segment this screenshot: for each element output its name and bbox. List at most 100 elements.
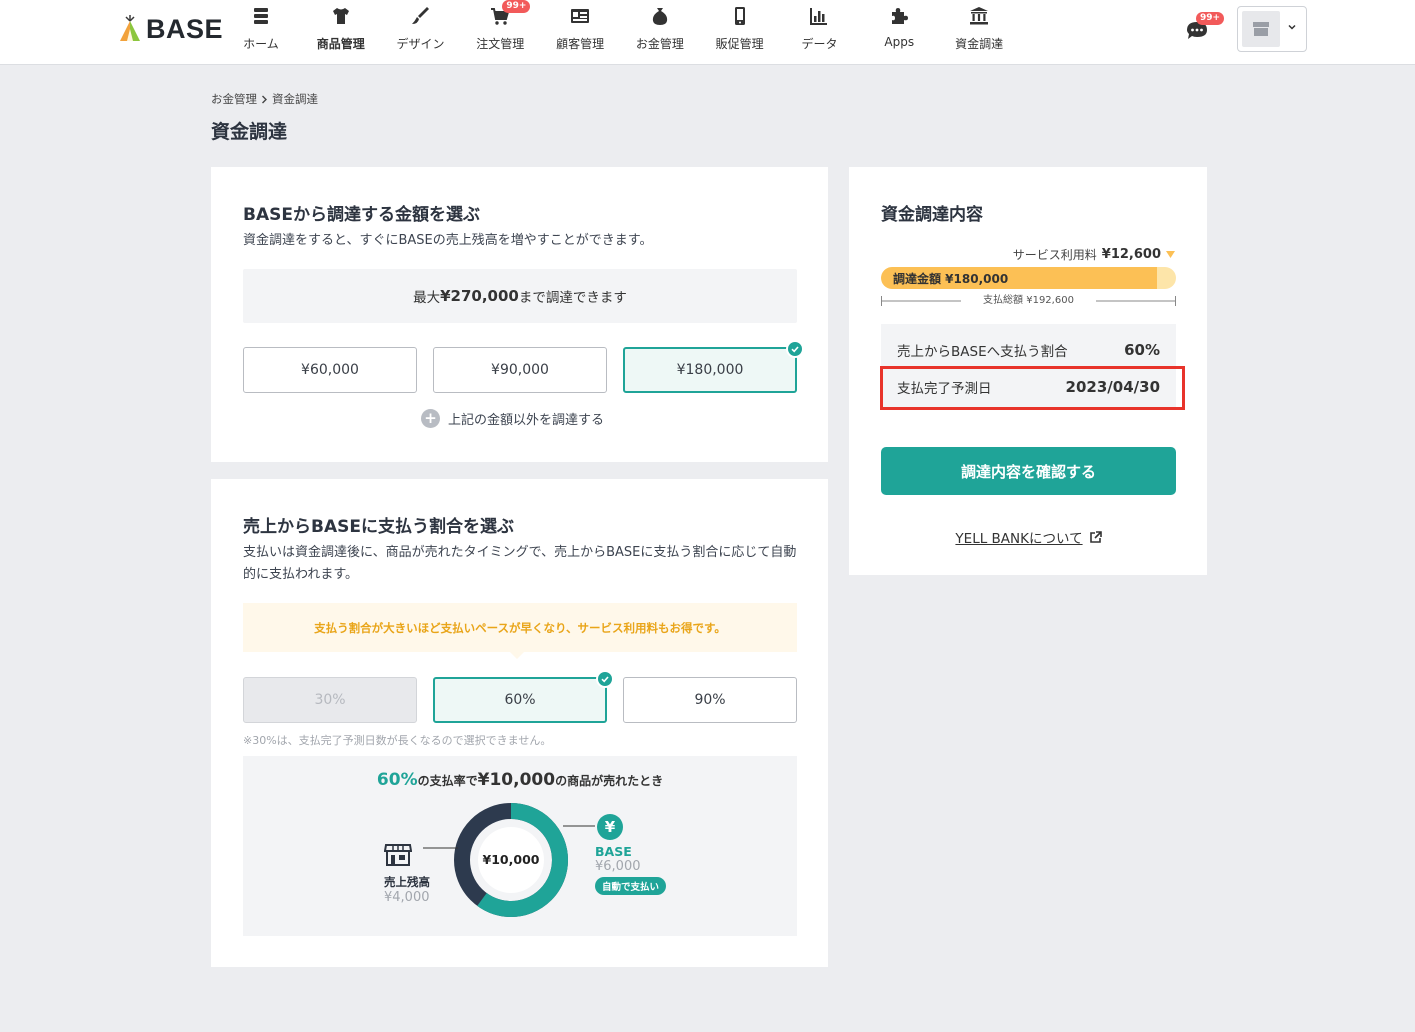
seller-balance-group: 売上残高 ¥4,000: [383, 843, 430, 905]
other-amount-label: 上記の金額以外を調達する: [448, 413, 605, 428]
triangle-down-icon: [1166, 251, 1175, 258]
brush-icon: [412, 7, 430, 24]
funding-bar-fill: 調達金額 ¥180,000: [881, 267, 1157, 289]
ratio-section-title: 売上からBASEに支払う割合を選ぶ: [243, 517, 514, 537]
nav-money[interactable]: お金管理: [620, 0, 700, 64]
nav-promotion-label: 販促管理: [715, 37, 764, 51]
amount-card: BASEから調達する金額を選ぶ 資金調達をすると、すぐにBASEの売上残高を増や…: [211, 167, 828, 462]
other-amount-link[interactable]: + 上記の金額以外を調達する: [421, 409, 604, 428]
main-nav: ホーム 商品管理 デザイン 99+ 注文管理 顧客管理 お金管理 販促管理 デー…: [221, 0, 1019, 64]
nav-design[interactable]: デザイン: [381, 0, 461, 64]
summary-row-ratio: 売上からBASEへ支払う割合 60%: [897, 340, 1160, 360]
tent-logo-icon: [120, 15, 140, 41]
nav-home-label: ホーム: [243, 37, 279, 51]
chevron-down-icon: [1288, 24, 1296, 30]
base-payment-value: ¥6,000: [595, 859, 641, 874]
nav-data[interactable]: データ: [780, 0, 860, 64]
chat-badge: 99+: [1196, 12, 1225, 25]
ratio-option-label: 60%: [504, 692, 536, 708]
service-fee-label: サービス利用料: [1012, 248, 1097, 262]
amount-option-label: ¥60,000: [301, 362, 359, 378]
tshirt-icon: [332, 8, 349, 24]
donut-center-value: ¥10,000: [482, 852, 540, 867]
wallet-icon: [652, 8, 667, 25]
service-fee: サービス利用料 ¥12,600: [1013, 246, 1175, 263]
brand-name: BASE: [146, 13, 224, 44]
summary-row-label: 売上からBASEへ支払う割合: [897, 344, 1068, 360]
checkmark-icon: [786, 340, 804, 358]
seller-balance-value: ¥4,000: [384, 890, 430, 905]
summary-card: 資金調達内容 サービス利用料 ¥12,600 調達金額 ¥180,000 支払総…: [849, 167, 1207, 575]
ratio-note: ※30%は、支払完了予測日数が長くなるので選択できません。: [243, 734, 552, 747]
shop-menu-button[interactable]: [1237, 6, 1307, 52]
yell-bank-link[interactable]: YELL BANKについて: [849, 527, 1208, 547]
nav-design-label: デザイン: [396, 37, 445, 51]
amount-section-title: BASEから調達する金額を選ぶ: [243, 205, 480, 225]
max-amount: ¥270,000: [440, 287, 519, 305]
puzzle-icon: [892, 8, 909, 24]
nav-home[interactable]: ホーム: [221, 0, 301, 64]
nav-orders-label: 注文管理: [476, 37, 525, 51]
ratio-option-30: 30%: [243, 677, 417, 723]
nav-customers[interactable]: 顧客管理: [540, 0, 620, 64]
nav-apps-label: Apps: [884, 35, 915, 49]
breadcrumb-parent[interactable]: お金管理: [211, 91, 257, 107]
donut-chart: [423, 803, 595, 917]
nav-promotion[interactable]: 販促管理: [700, 0, 780, 64]
bar-chart-icon: [810, 8, 828, 25]
amount-option-180000[interactable]: ¥180,000: [623, 340, 804, 393]
max-suffix: まで調達できます: [518, 290, 627, 306]
nav-customers-label: 顧客管理: [556, 37, 605, 51]
store-icon: [383, 844, 413, 866]
nav-data-label: データ: [801, 37, 838, 51]
amount-option-label: ¥90,000: [491, 362, 549, 378]
address-card-icon: [571, 9, 590, 23]
amount-option-90000[interactable]: ¥90,000: [433, 347, 607, 393]
nav-apps[interactable]: Apps: [859, 0, 939, 64]
plus-circle-icon: +: [421, 409, 440, 428]
payment-example: 60%の支払率で¥10,000の商品が売れたとき ¥10,000 売上残高 ¥4…: [243, 756, 797, 936]
highlight-box: [880, 366, 1185, 410]
summary-row-value: 60%: [1124, 341, 1160, 359]
funding-bar: 調達金額 ¥180,000: [881, 267, 1176, 289]
ratio-hint: 支払う割合が大きいほど支払いペースが早くなり、サービス利用料もお得です。: [243, 603, 797, 652]
nav-funding[interactable]: 資金調達: [939, 0, 1019, 64]
total-payment-label: 支払総額 ¥192,600: [983, 295, 1074, 306]
total-payment: 支払総額 ¥192,600: [881, 294, 1176, 308]
base-payment-label: BASE: [595, 844, 632, 859]
amount-option-60000[interactable]: ¥60,000: [243, 347, 417, 393]
ratio-option-60[interactable]: 60%: [433, 670, 614, 723]
breadcrumb-current: 資金調達: [272, 92, 318, 106]
ratio-option-90[interactable]: 90%: [623, 677, 797, 723]
nav-funding-label: 資金調達: [955, 37, 1004, 51]
confirm-funding-button[interactable]: 調達内容を確認する: [881, 447, 1176, 495]
nav-money-label: お金管理: [635, 37, 684, 51]
bank-icon: [970, 7, 989, 25]
ratio-option-label: 90%: [694, 692, 726, 708]
service-fee-value: ¥12,600: [1101, 247, 1161, 262]
base-logo[interactable]: BASE: [118, 14, 223, 44]
hint-pointer: [510, 652, 524, 659]
nav-products[interactable]: 商品管理: [301, 0, 381, 64]
shop-avatar: [1242, 11, 1280, 47]
ratio-card: 売上からBASEに支払う割合を選ぶ 支払いは資金調達後に、商品が売れたタイミング…: [211, 479, 828, 967]
nav-products-label: 商品管理: [316, 37, 365, 51]
store-icon: [1253, 22, 1269, 36]
max-prefix: 最大: [413, 290, 441, 306]
yen-circle-icon: ¥: [597, 814, 623, 840]
external-link-icon: [1089, 530, 1102, 543]
home-icon: [253, 8, 268, 24]
auto-payment-badge: 自動で支払い: [595, 877, 667, 895]
chevron-right-icon: [262, 95, 267, 103]
nav-orders[interactable]: 99+ 注文管理: [460, 0, 540, 64]
chat-button[interactable]: 99+: [1185, 12, 1225, 42]
amount-option-label: ¥180,000: [676, 362, 744, 378]
top-header: BASE ホーム 商品管理 デザイン 99+ 注文管理 顧客管理 お金管理 販促…: [0, 0, 1415, 65]
breadcrumb: お金管理 資金調達: [211, 91, 318, 107]
summary-title: 資金調達内容: [881, 205, 983, 225]
ratio-section-description: 支払いは資金調達後に、商品が売れたタイミングで、売上からBASEに支払う割合に応…: [243, 545, 797, 582]
smartphone-icon: [734, 7, 745, 25]
orders-badge: 99+: [502, 0, 531, 13]
max-amount-box: 最大 ¥270,000 まで調達できます: [243, 269, 797, 323]
yell-bank-link-label: YELL BANKについて: [955, 531, 1083, 547]
